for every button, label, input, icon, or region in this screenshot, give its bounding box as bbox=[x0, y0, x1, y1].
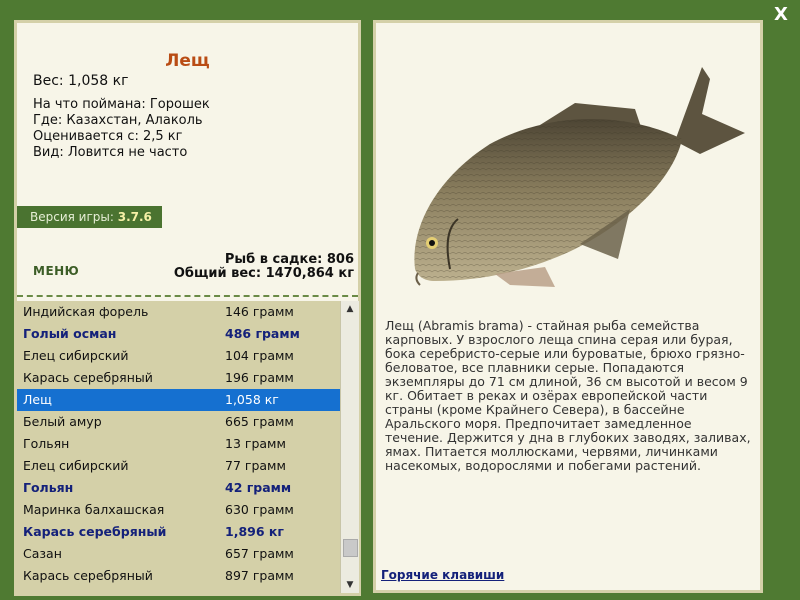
scroll-up-icon[interactable]: ▲ bbox=[341, 301, 359, 317]
fish-description: Лещ (Abramis brama) - стайная рыба семей… bbox=[385, 318, 751, 473]
catch-list[interactable]: Индийская форель 146 грамм Голый осман 486 … bbox=[17, 301, 340, 593]
scroll-thumb[interactable] bbox=[343, 539, 358, 557]
catch-fish-weight: 13 грамм bbox=[225, 436, 286, 451]
catch-fish-weight: 42 грамм bbox=[225, 480, 292, 495]
catch-fish-name: Карась серебряный bbox=[23, 568, 153, 583]
catch-fish-weight: 657 грамм bbox=[225, 546, 294, 561]
catch-list-row[interactable]: Карась серебряный 897 грамм bbox=[17, 565, 340, 587]
catch-fish-name: Елец сибирский bbox=[23, 458, 129, 473]
fish-info-panel: Лещ Вес: 1,058 кг На что поймана: Гороше… bbox=[14, 20, 361, 596]
divider bbox=[17, 295, 358, 297]
list-scrollbar[interactable]: ▲ ▼ bbox=[340, 301, 359, 593]
catch-fish-name: Индийская форель bbox=[23, 304, 149, 319]
catch-fish-name: Сазан bbox=[23, 546, 62, 561]
catch-list-row[interactable]: Елец сибирский 104 грамм bbox=[17, 345, 340, 367]
catch-list-row[interactable]: Лещ 1,058 кг bbox=[17, 389, 340, 411]
menu-button[interactable]: МЕНЮ bbox=[33, 264, 79, 278]
catch-list-row[interactable]: Карась серебряный 1,896 кг bbox=[17, 521, 340, 543]
bream-image bbox=[414, 67, 745, 287]
catch-fish-weight: 77 грамм bbox=[225, 458, 286, 473]
total-weight: Общий вес: 1470,864 кг bbox=[173, 266, 354, 281]
catch-fish-weight: 665 грамм bbox=[225, 414, 294, 429]
fish-title: Лещ bbox=[165, 51, 210, 71]
fish-weight: Вес: 1,058 кг bbox=[33, 73, 129, 89]
catch-list-row[interactable]: Белый амур 665 грамм bbox=[17, 411, 340, 433]
catch-fish-weight: 486 грамм bbox=[225, 326, 300, 341]
catch-fish-weight: 196 грамм bbox=[225, 370, 294, 385]
catch-list-row[interactable]: Голый осман 486 грамм bbox=[17, 323, 340, 345]
version-bar: Версия игры: 3.7.6 bbox=[17, 206, 162, 228]
catch-fish-weight: 630 грамм bbox=[225, 502, 294, 517]
rated-from: Оценивается с: 2,5 кг bbox=[33, 129, 183, 144]
catch-fish-weight: 1,896 кг bbox=[225, 524, 284, 539]
tail-fin bbox=[675, 67, 745, 154]
hotkeys-link[interactable]: Горячие клавиши bbox=[381, 568, 504, 582]
version-value: 3.7.6 bbox=[117, 210, 152, 224]
catch-list-row[interactable]: Сазан 657 грамм bbox=[17, 543, 340, 565]
catch-fish-name: Гольян bbox=[23, 436, 70, 451]
catch-list-row[interactable]: Елец сибирский 77 грамм bbox=[17, 455, 340, 477]
cage-stats: Рыб в садке: 806 Общий вес: 1470,864 кг bbox=[174, 253, 354, 281]
pupil bbox=[429, 240, 435, 246]
catch-fish-name: Карась серебряный bbox=[23, 370, 153, 385]
catch-fish-name: Гольян bbox=[23, 480, 74, 495]
catch-fish-weight: 146 грамм bbox=[225, 304, 294, 319]
caught-on: На что поймана: Горошек bbox=[33, 97, 210, 112]
fish-scales bbox=[414, 119, 682, 281]
fish-count: Рыб в садке: 806 bbox=[224, 252, 354, 267]
catch-list-row[interactable]: Индийская форель 146 грамм bbox=[17, 301, 340, 323]
fish-details: На что поймана: Горошек Где: Казахстан, … bbox=[33, 97, 210, 161]
catch-fish-weight: 897 грамм bbox=[225, 568, 294, 583]
close-button[interactable]: X bbox=[772, 6, 790, 24]
location: Где: Казахстан, Алаколь bbox=[33, 113, 203, 128]
catch-fish-name: Елец сибирский bbox=[23, 348, 129, 363]
rarity: Вид: Ловится не часто bbox=[33, 145, 188, 160]
catch-list-row[interactable]: Гольян 13 грамм bbox=[17, 433, 340, 455]
catch-list-row[interactable]: Маринка балхашская 630 грамм bbox=[17, 499, 340, 521]
catch-fish-weight: 104 грамм bbox=[225, 348, 294, 363]
catch-fish-name: Белый амур bbox=[23, 414, 102, 429]
catch-fish-name: Лещ bbox=[23, 392, 52, 407]
catch-fish-name: Маринка балхашская bbox=[23, 502, 165, 517]
scroll-down-icon[interactable]: ▼ bbox=[341, 577, 359, 593]
fish-detail-panel: Лещ (Abramis brama) - стайная рыба семей… bbox=[373, 20, 763, 593]
catch-fish-weight: 1,058 кг bbox=[225, 392, 279, 407]
catch-list-row[interactable]: Гольян 42 грамм bbox=[17, 477, 340, 499]
catch-fish-name: Голый осман bbox=[23, 326, 117, 341]
catch-fish-name: Карась серебряный bbox=[23, 524, 167, 539]
version-label: Версия игры: bbox=[30, 210, 118, 224]
catch-list-row[interactable]: Карась серебряный 196 грамм bbox=[17, 367, 340, 389]
